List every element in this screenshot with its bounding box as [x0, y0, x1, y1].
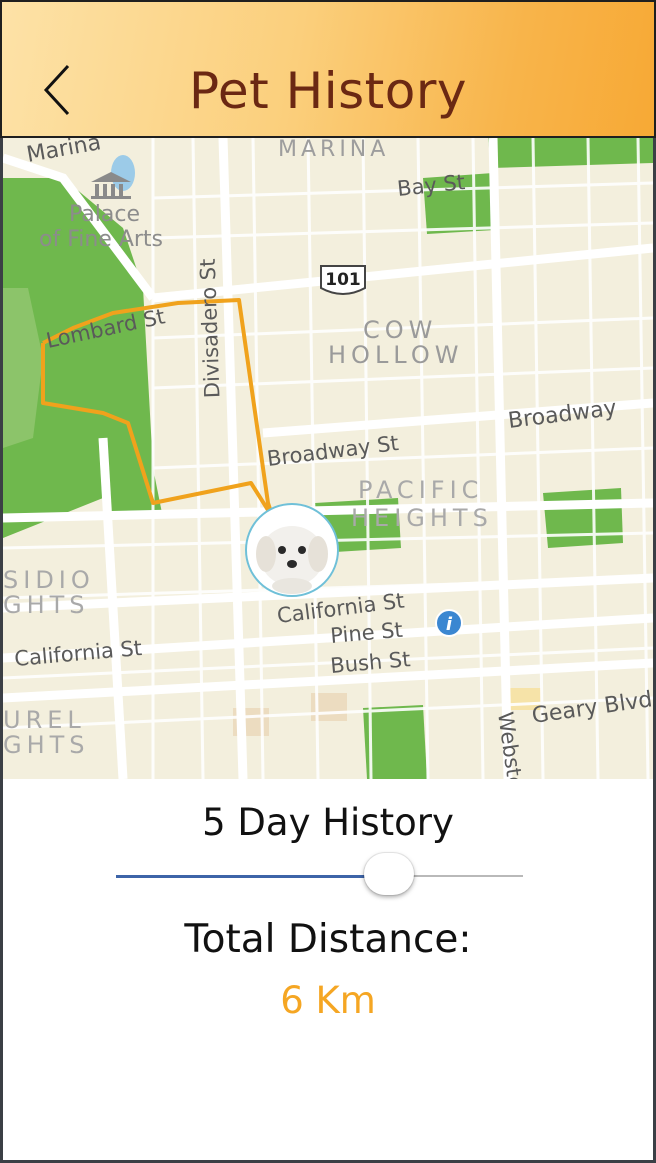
history-range-label: 5 Day History — [202, 801, 454, 844]
label-hwy: 101 — [325, 270, 361, 290]
slider-thumb[interactable] — [364, 853, 414, 895]
label-cow-hollow: HOLLOW — [328, 341, 463, 369]
label-pacific: PACIFIC — [358, 476, 483, 504]
label-divisadero: Divisadero St — [196, 258, 225, 398]
svg-text:i: i — [446, 614, 453, 635]
park-north — [488, 138, 653, 168]
highway-shield-icon: 101 — [320, 265, 366, 295]
label-laurel-heights: GHTS — [3, 731, 90, 759]
pet-avatar-icon[interactable] — [245, 503, 339, 597]
history-slider[interactable] — [116, 853, 523, 895]
label-palace-2: of Fine Arts — [39, 227, 163, 252]
total-distance-label: Total Distance: — [184, 917, 472, 962]
park-lafayette — [543, 488, 623, 548]
map-view[interactable]: Marina MARINA Palace of Fine Arts Divisa… — [3, 138, 653, 779]
page-title: Pet History — [188, 62, 467, 120]
info-icon[interactable]: i — [435, 609, 463, 637]
label-presidio: SIDIO — [3, 566, 95, 594]
label-marina: MARINA — [278, 138, 389, 162]
app-header: Pet History — [0, 0, 656, 138]
park-south — [363, 705, 427, 779]
label-presidio-heights: GHTS — [3, 591, 90, 619]
slider-fill — [116, 875, 389, 878]
total-distance-value: 6 Km — [280, 979, 376, 1022]
label-palace-1: Palace — [69, 202, 140, 227]
label-heights: HEIGHTS — [351, 504, 493, 532]
label-laurel: UREL — [3, 706, 86, 734]
history-panel: 5 Day History Total Distance: 6 Km — [3, 779, 653, 1160]
label-cow: COW — [363, 316, 437, 344]
